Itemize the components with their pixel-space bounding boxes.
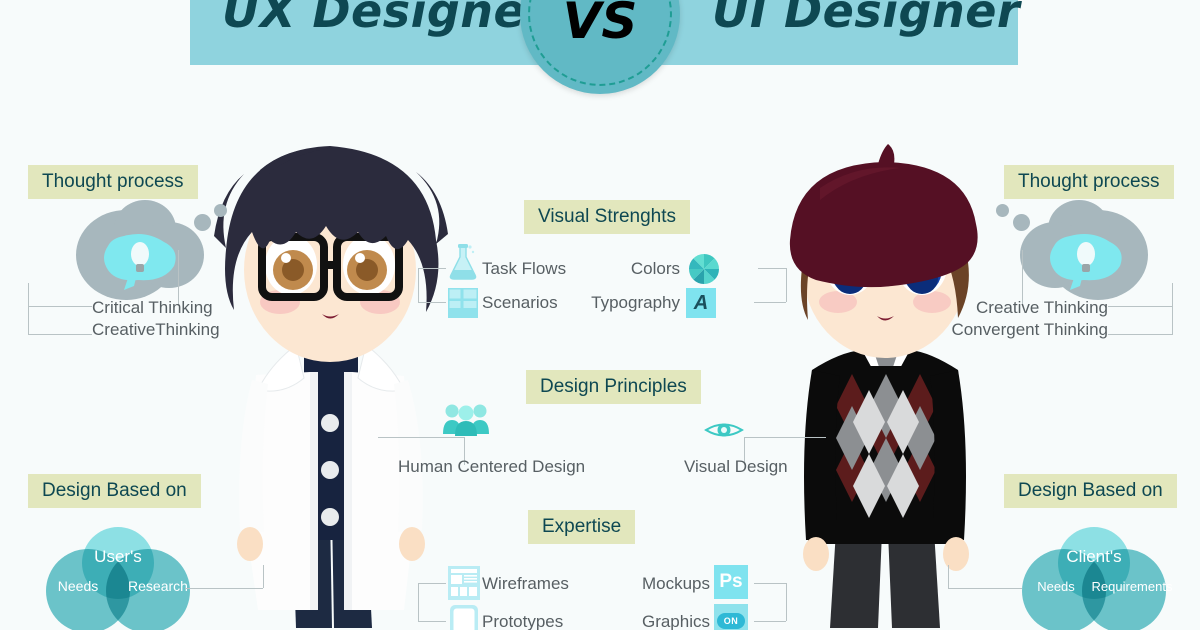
page-title-ux: UX Designer bbox=[222, 0, 549, 38]
connector-line bbox=[418, 268, 419, 302]
photoshop-ps-icon: Ps bbox=[714, 565, 748, 599]
ui-designer-character bbox=[789, 144, 978, 628]
connector-line bbox=[1172, 283, 1173, 335]
color-wheel-icon bbox=[689, 254, 719, 284]
thought-bubble-dot bbox=[194, 214, 211, 231]
connector-line bbox=[28, 283, 29, 335]
vs-label: VS bbox=[562, 0, 638, 50]
vs-badge: VS bbox=[520, 0, 680, 94]
on-toggle-icon: ON bbox=[716, 613, 746, 629]
thought-bubble-right bbox=[988, 200, 1148, 300]
thought-bubble-left bbox=[76, 200, 236, 300]
grid-icon bbox=[448, 288, 478, 318]
connector-line bbox=[418, 621, 446, 622]
wireframe-icon bbox=[448, 566, 480, 600]
flask-icon bbox=[449, 244, 477, 280]
venn-right-top-label: Client's bbox=[1066, 547, 1122, 566]
connector-line bbox=[418, 268, 446, 269]
item-graphics: Graphics bbox=[641, 612, 710, 630]
device-icon bbox=[450, 605, 478, 630]
item-creative-thinking: CreativeThinking bbox=[92, 320, 220, 339]
venn-left-right-label: Research bbox=[128, 578, 188, 594]
connector-line bbox=[754, 302, 786, 303]
connector-line bbox=[948, 588, 1022, 589]
venn-right-right-label: Requirements bbox=[1091, 579, 1173, 594]
chip-expertise: Expertise bbox=[528, 510, 636, 544]
connector-line bbox=[1108, 334, 1172, 335]
item-typography: Typography bbox=[591, 293, 680, 312]
item-convergent-thinking: Convergent Thinking bbox=[951, 320, 1108, 339]
connector-line bbox=[754, 621, 786, 622]
item-human-centered-design: Human Centered Design bbox=[398, 457, 586, 476]
thought-bubble-dot bbox=[996, 204, 1009, 217]
connector-line bbox=[948, 565, 949, 588]
connector-line bbox=[418, 583, 419, 621]
connector-line bbox=[754, 583, 786, 584]
typography-a-icon: A bbox=[686, 288, 716, 318]
item-scenarios: Scenarios bbox=[482, 293, 558, 312]
ux-designer-character bbox=[214, 146, 448, 628]
connector-line bbox=[378, 437, 464, 438]
brain-bulb-icon bbox=[104, 234, 176, 290]
infographic-canvas: UX Designer UI Designer VS Thought proce… bbox=[0, 0, 1200, 630]
eye-icon bbox=[704, 423, 744, 437]
item-colors: Colors bbox=[630, 259, 680, 278]
connector-line bbox=[758, 268, 786, 269]
item-task-flows: Task Flows bbox=[482, 259, 567, 278]
connector-line bbox=[418, 302, 446, 303]
venn-left-top-label: User's bbox=[94, 547, 142, 566]
chip-design-based-on-left: Design Based on bbox=[28, 474, 201, 508]
item-critical-thinking: Critical Thinking bbox=[92, 298, 213, 317]
connector-line bbox=[263, 565, 264, 588]
thought-bubble-dot bbox=[1013, 214, 1030, 231]
connector-line bbox=[1108, 306, 1172, 307]
on-toggle-wrap: ON bbox=[714, 604, 748, 630]
connector-line bbox=[185, 588, 263, 589]
item-visual-design: Visual Design bbox=[684, 457, 788, 476]
chip-design-based-on-right: Design Based on bbox=[1004, 474, 1177, 508]
thought-bubble-dot bbox=[214, 204, 227, 217]
chip-visual-strengths: Visual Strenghts bbox=[524, 200, 691, 234]
chip-thought-process-left: Thought process bbox=[28, 165, 198, 199]
item-wireframes: Wireframes bbox=[482, 574, 569, 593]
item-prototypes: Prototypes bbox=[482, 612, 564, 630]
brain-bulb-icon bbox=[1050, 234, 1122, 290]
venn-diagram-right bbox=[1022, 527, 1166, 630]
item-creative-thinking-right: Creative Thinking bbox=[976, 298, 1108, 317]
connector-line bbox=[418, 583, 446, 584]
connector-line bbox=[786, 583, 787, 621]
connector-line bbox=[744, 437, 826, 438]
chip-design-principles: Design Principles bbox=[526, 370, 701, 404]
chip-thought-process-right: Thought process bbox=[1004, 165, 1174, 199]
page-title-ui: UI Designer bbox=[712, 0, 1021, 38]
people-icon bbox=[443, 404, 489, 436]
connector-line bbox=[28, 306, 92, 307]
connector-line bbox=[786, 268, 787, 302]
connector-line bbox=[28, 334, 92, 335]
item-mockups: Mockups bbox=[641, 574, 710, 593]
